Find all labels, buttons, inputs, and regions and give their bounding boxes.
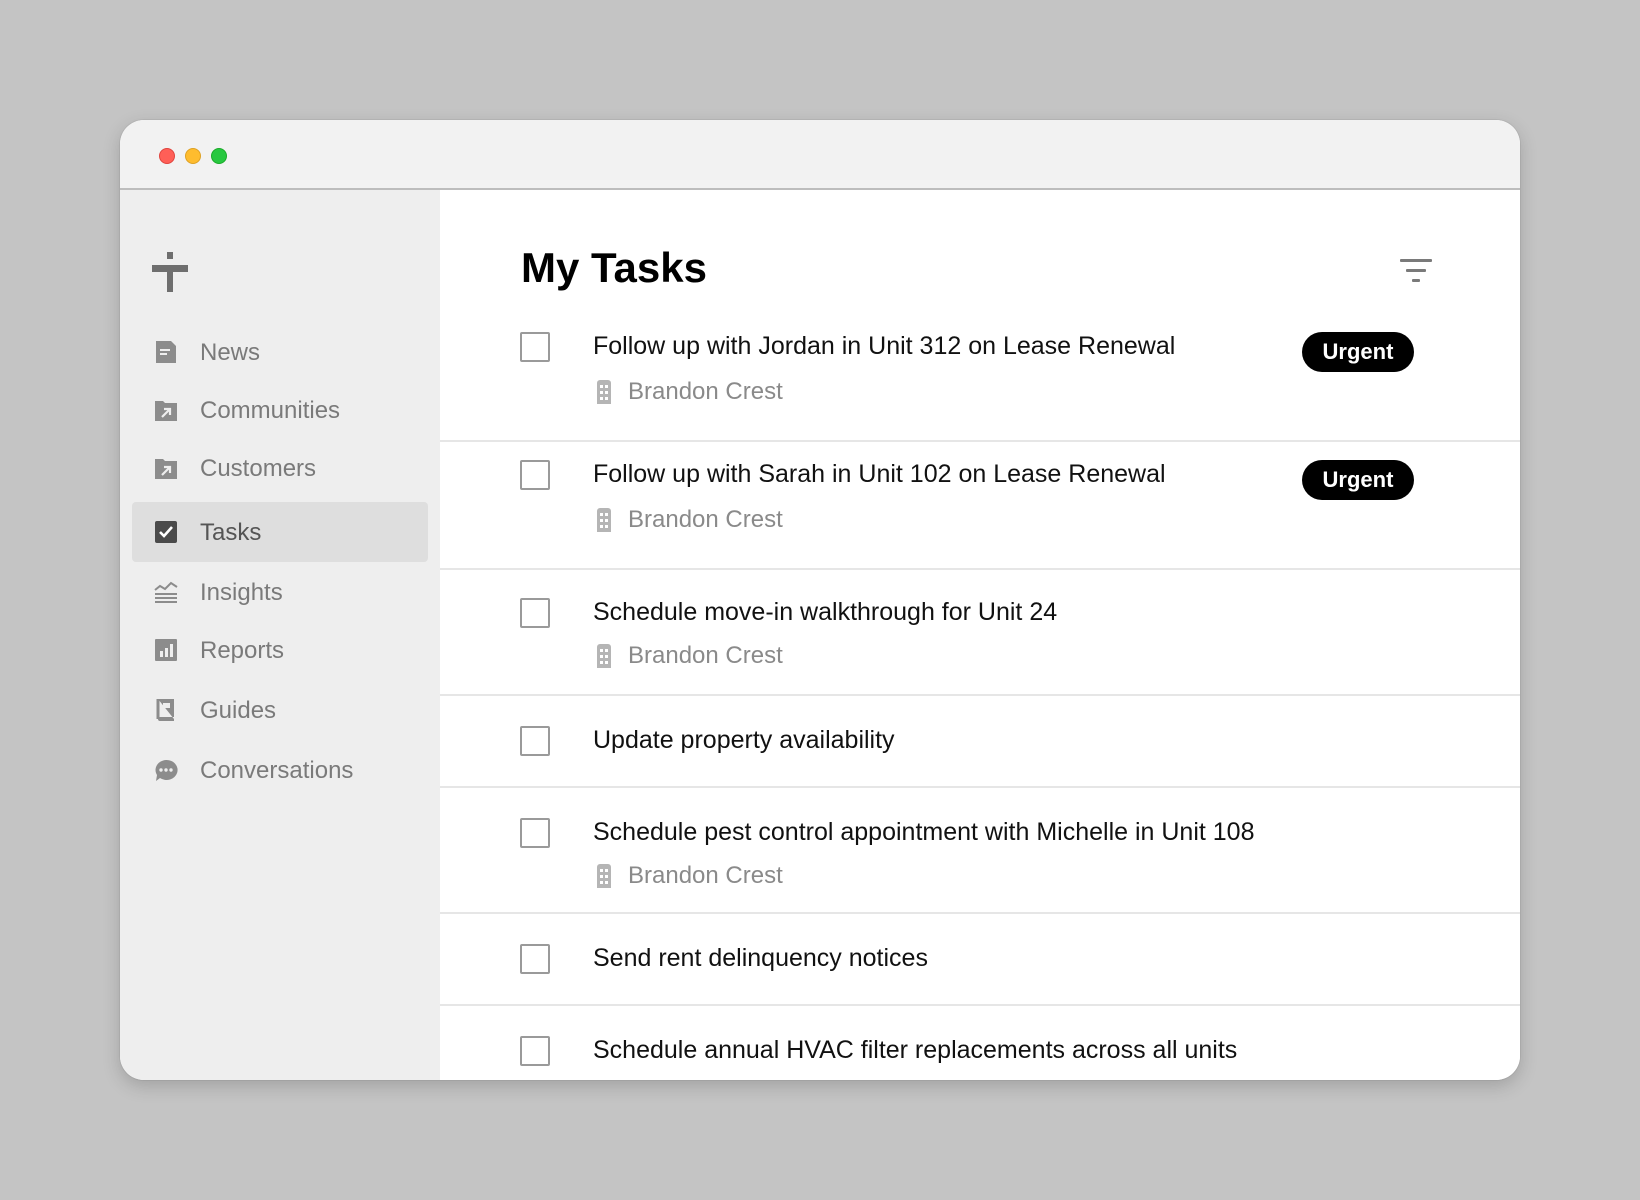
task-row: Schedule annual HVAC filter replacements… — [440, 1006, 1520, 1080]
document-icon — [156, 341, 176, 363]
filter-icon[interactable] — [1400, 256, 1434, 286]
task-checkbox[interactable] — [520, 598, 550, 628]
task-checkbox[interactable] — [520, 332, 550, 362]
community-link[interactable]: Brandon Crest — [628, 506, 783, 534]
folder-arrow-icon — [155, 401, 177, 421]
page-title: My Tasks — [521, 244, 707, 291]
sidebar-item-communities[interactable]: Communities — [132, 380, 428, 440]
task-checkbox[interactable] — [520, 1036, 550, 1066]
task-row: Send rent delinquency notices — [440, 914, 1520, 1006]
sidebar-item-customers[interactable]: Customers — [132, 438, 428, 498]
task-checkbox[interactable] — [520, 726, 550, 756]
minimize-window-button[interactable] — [185, 148, 201, 164]
building-icon — [597, 644, 611, 668]
community-link[interactable]: Brandon Crest — [628, 862, 783, 890]
folder-arrow-icon — [155, 459, 177, 479]
sidebar-item-label: Conversations — [200, 757, 354, 784]
task-title[interactable]: Schedule move-in walkthrough for Unit 24 — [593, 598, 1057, 627]
sidebar-item-label: Guides — [200, 697, 277, 724]
task-row: Update property availability — [440, 696, 1520, 788]
sidebar-item-guides[interactable]: Guides — [132, 680, 428, 740]
sidebar-item-label: Tasks — [200, 519, 262, 546]
book-icon — [156, 699, 174, 721]
title-bar — [120, 120, 1520, 190]
bar-chart-icon — [155, 639, 177, 661]
community-link[interactable]: Brandon Crest — [628, 642, 783, 670]
task-title[interactable]: Follow up with Sarah in Unit 102 on Leas… — [593, 460, 1166, 489]
logo-icon — [152, 252, 188, 292]
task-row: Follow up with Jordan in Unit 312 on Lea… — [440, 314, 1520, 442]
building-icon — [597, 380, 611, 404]
task-title[interactable]: Send rent delinquency notices — [593, 944, 928, 973]
task-row: Follow up with Sarah in Unit 102 on Leas… — [440, 442, 1520, 570]
sidebar-item-label: Reports — [200, 637, 285, 664]
task-title[interactable]: Follow up with Jordan in Unit 312 on Lea… — [593, 332, 1175, 361]
task-row: Schedule pest control appointment with M… — [440, 788, 1520, 914]
task-title[interactable]: Schedule pest control appointment with M… — [593, 818, 1255, 847]
chat-bubble-icon — [155, 759, 178, 781]
sidebar-item-label: Insights — [200, 579, 283, 606]
sidebar-item-label: Customers — [200, 455, 317, 482]
urgent-badge: Urgent — [1302, 460, 1414, 500]
checkbox-checked-icon — [155, 521, 177, 543]
task-checkbox[interactable] — [520, 944, 550, 974]
task-title[interactable]: Update property availability — [593, 726, 895, 755]
sidebar-item-label: Communities — [200, 397, 341, 424]
task-checkbox[interactable] — [520, 818, 550, 848]
sidebar-item-tasks[interactable]: Tasks — [132, 502, 428, 562]
insights-chart-icon — [154, 581, 178, 603]
main-content: My Tasks Follow up with Jordan in Unit 3… — [440, 190, 1520, 1080]
urgent-badge: Urgent — [1302, 332, 1414, 372]
task-row: Schedule move-in walkthrough for Unit 24… — [440, 570, 1520, 696]
building-icon — [597, 508, 611, 532]
community-link[interactable]: Brandon Crest — [628, 378, 783, 406]
sidebar-item-insights[interactable]: Insights — [132, 562, 428, 622]
app-window: News Communities Customers Tasks Insight… — [120, 120, 1520, 1080]
building-icon — [597, 864, 611, 888]
sidebar-item-label: News — [200, 339, 261, 366]
sidebar-item-conversations[interactable]: Conversations — [132, 740, 428, 800]
task-title[interactable]: Schedule annual HVAC filter replacements… — [593, 1036, 1237, 1065]
sidebar-item-reports[interactable]: Reports — [132, 620, 428, 680]
sidebar-item-news[interactable]: News — [132, 322, 428, 382]
zoom-window-button[interactable] — [211, 148, 227, 164]
task-checkbox[interactable] — [520, 460, 550, 490]
close-window-button[interactable] — [159, 148, 175, 164]
sidebar: News Communities Customers Tasks Insight… — [120, 190, 440, 1080]
